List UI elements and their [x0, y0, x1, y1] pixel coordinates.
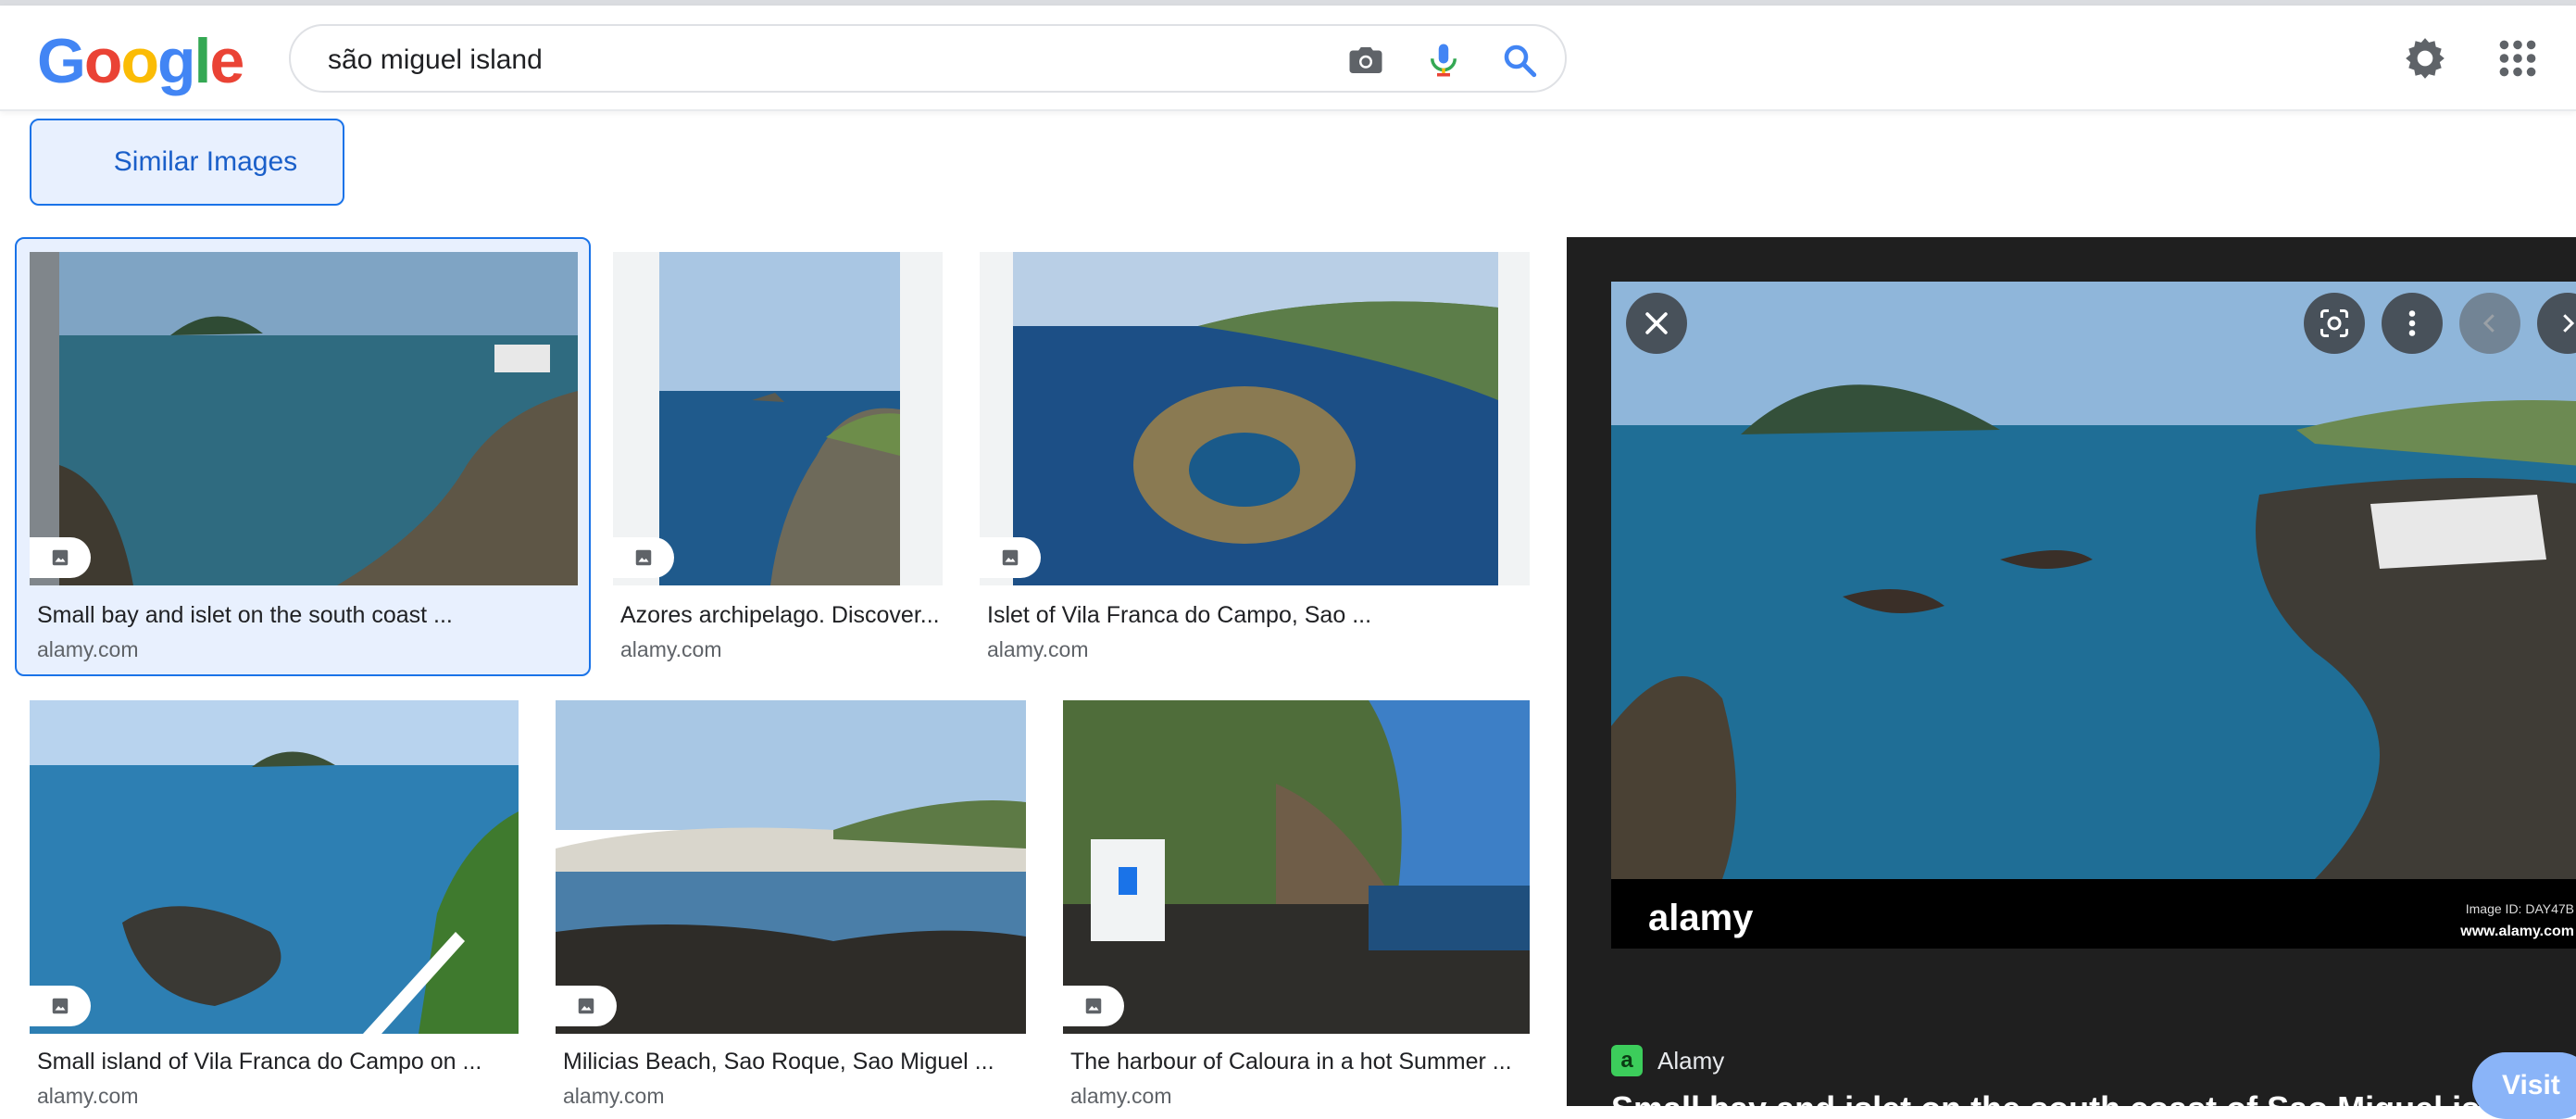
result-caption[interactable]: Azores archipelago. Discover...: [620, 602, 940, 629]
close-button[interactable]: [1626, 293, 1687, 354]
header: Google: [0, 6, 2576, 111]
google-logo[interactable]: Google: [37, 24, 244, 98]
preview-site[interactable]: a Alamy: [1611, 1045, 1724, 1076]
logo-letter: o: [83, 26, 123, 96]
result-source[interactable]: alamy.com: [1070, 1084, 1172, 1109]
watermark-text: alamy: [1648, 898, 1754, 938]
image-type-badge: [980, 537, 1041, 578]
result-source[interactable]: alamy.com: [563, 1084, 665, 1109]
image-icon: [635, 549, 652, 566]
result-thumbnail[interactable]: [30, 252, 578, 585]
mic-icon[interactable]: [1424, 41, 1463, 80]
result-source[interactable]: alamy.com: [987, 637, 1089, 662]
logo-letter: g: [157, 26, 196, 96]
image-icon: [1002, 549, 1019, 566]
image-id-text: Image ID: DAY47B: [2466, 901, 2574, 916]
result-source[interactable]: alamy.com: [37, 637, 139, 662]
result-card[interactable]: The harbour of Caloura in a hot Summer .…: [1063, 700, 1535, 1109]
result-card[interactable]: Small island of Vila Franca do Campo on …: [30, 700, 520, 1109]
chevron-right-icon: [2563, 314, 2575, 333]
result-caption[interactable]: Small bay and islet on the south coast .…: [37, 602, 453, 629]
site-name[interactable]: Alamy: [1657, 1047, 1724, 1075]
logo-letter: G: [37, 26, 86, 96]
result-card[interactable]: Milicias Beach, Sao Roque, Sao Miguel ..…: [556, 700, 1030, 1109]
image-icon: [52, 998, 69, 1014]
camera-icon[interactable]: [1346, 41, 1385, 80]
result-thumbnail[interactable]: [980, 252, 1530, 585]
result-thumbnail[interactable]: [1063, 700, 1530, 1034]
more-vert-icon: [2408, 310, 2416, 336]
url-text: www.alamy.com: [2459, 924, 2574, 939]
image-type-badge: [556, 986, 617, 1026]
image-type-badge: [30, 537, 91, 578]
chevron-left-icon: [2482, 314, 2495, 333]
more-options-button[interactable]: [2382, 293, 2443, 354]
search-icon[interactable]: [1500, 41, 1539, 80]
image-type-badge: [1063, 986, 1124, 1026]
image-type-badge: [30, 986, 91, 1026]
result-thumbnail[interactable]: [556, 700, 1026, 1034]
image-icon: [578, 998, 594, 1014]
result-source[interactable]: alamy.com: [620, 637, 722, 662]
result-caption[interactable]: Milicias Beach, Sao Roque, Sao Miguel ..…: [563, 1049, 994, 1075]
previous-image-button[interactable]: [2459, 293, 2520, 354]
image-icon: [1085, 998, 1102, 1014]
similar-images-button[interactable]: Similar Images: [30, 119, 344, 206]
preview-title[interactable]: Small bay and islet on the south coast o…: [1611, 1089, 2576, 1106]
logo-letter: o: [120, 26, 159, 96]
apps-grid-icon[interactable]: [2495, 35, 2541, 82]
logo-letter: l: [194, 26, 212, 96]
lens-icon: [2320, 309, 2348, 337]
result-caption[interactable]: The harbour of Caloura in a hot Summer .…: [1070, 1049, 1512, 1075]
gear-icon[interactable]: [2402, 35, 2448, 82]
result-card[interactable]: Islet of Vila Franca do Campo, Sao ... a…: [980, 237, 1535, 676]
result-card[interactable]: Small bay and islet on the south coast .…: [15, 237, 591, 676]
image-icon: [52, 549, 69, 566]
close-icon: [1645, 312, 1668, 334]
image-preview-panel: alamy Image ID: DAY47B www.alamy.com a A…: [1567, 237, 2576, 1106]
result-source[interactable]: alamy.com: [37, 1084, 139, 1109]
preview-image[interactable]: alamy Image ID: DAY47B www.alamy.com: [1611, 282, 2576, 949]
lens-search-button[interactable]: [2304, 293, 2365, 354]
result-caption[interactable]: Islet of Vila Franca do Campo, Sao ...: [987, 602, 1371, 629]
site-favicon: a: [1611, 1045, 1643, 1076]
result-card[interactable]: Azores archipelago. Discover... alamy.co…: [613, 237, 946, 676]
image-type-badge: [613, 537, 674, 578]
result-thumbnail[interactable]: [30, 700, 519, 1034]
search-box: [289, 24, 1567, 93]
result-thumbnail[interactable]: [613, 252, 943, 585]
logo-letter: e: [209, 26, 244, 96]
search-input[interactable]: [326, 39, 1256, 82]
visit-button[interactable]: Visit: [2472, 1052, 2576, 1119]
result-caption[interactable]: Small island of Vila Franca do Campo on …: [37, 1049, 481, 1075]
